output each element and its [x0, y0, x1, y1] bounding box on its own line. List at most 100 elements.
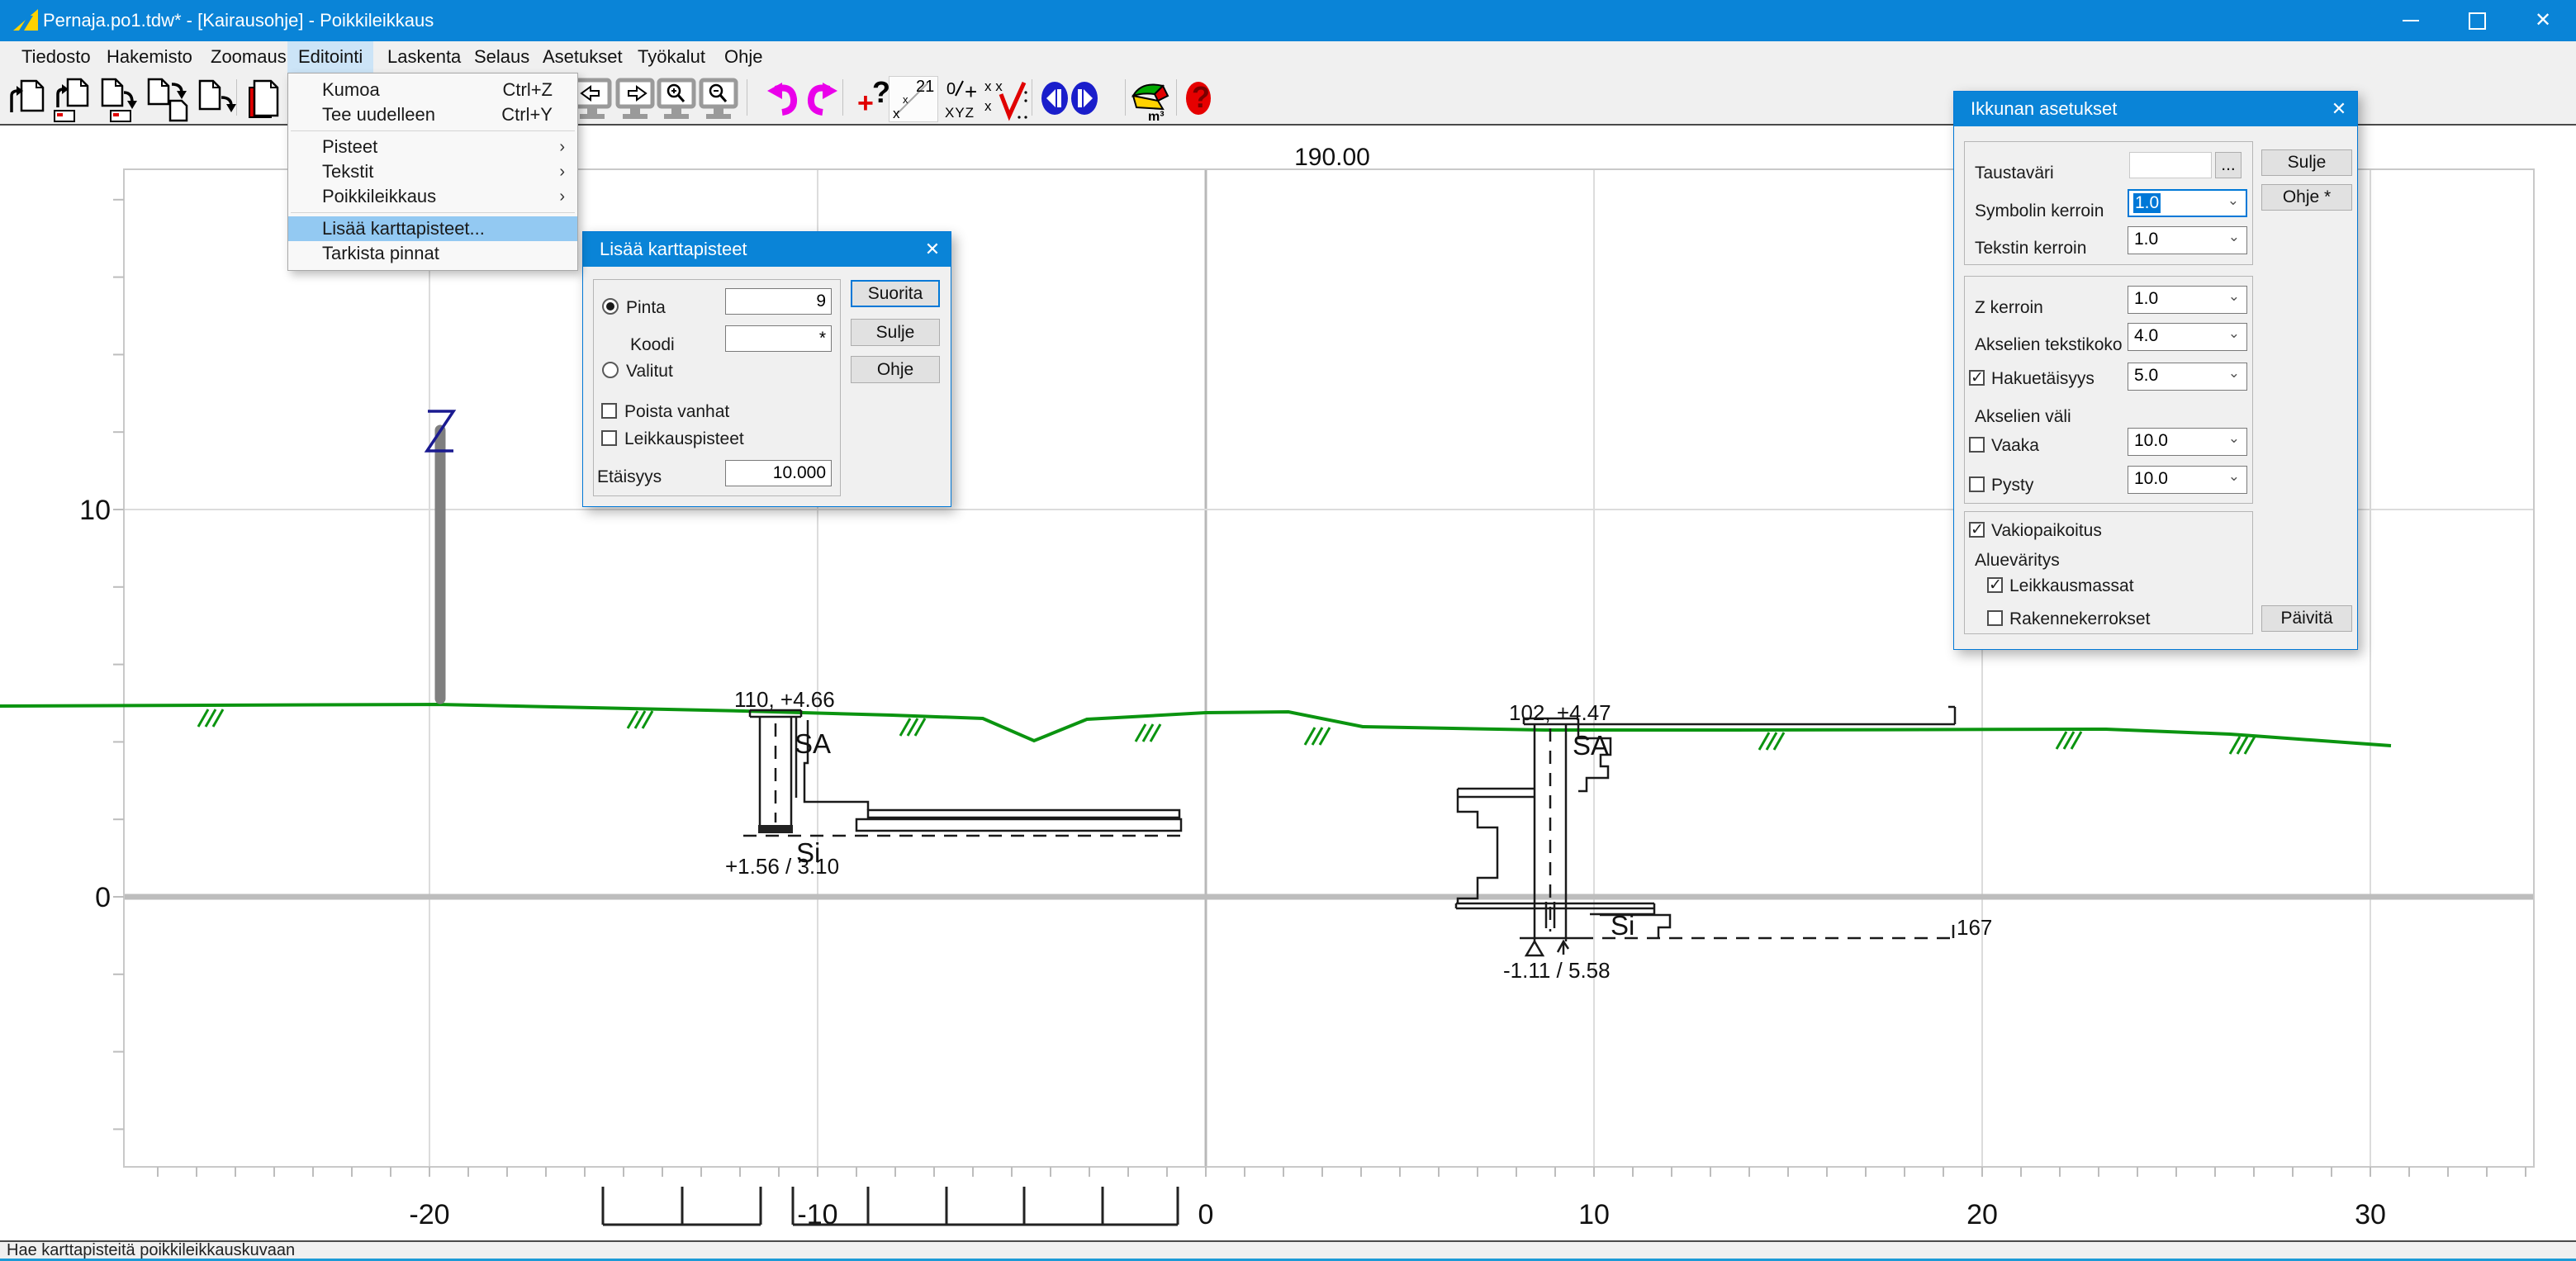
open-file-button[interactable] [7, 78, 48, 122]
undo-icon [764, 78, 802, 122]
menu-item-lis-karttapisteet[interactable]: Lisää karttapisteet... [288, 216, 577, 241]
menu-laskenta[interactable]: Laskenta [377, 41, 472, 73]
zoom-in-button[interactable] [657, 78, 698, 122]
poista-vanhat-label: Poista vanhat [624, 402, 729, 422]
volume-m3-icon: m³ [1130, 78, 1171, 122]
background-color-swatch[interactable] [2129, 152, 2212, 178]
akselien-tekstikoko-combo[interactable]: 4.0⌄ [2128, 323, 2247, 351]
vaaka-checkbox[interactable] [1969, 437, 1985, 453]
menu-asetukset[interactable]: Asetukset [532, 41, 633, 73]
leikkausmassat-label: Leikkausmassat [2009, 576, 2134, 596]
copy-drawing-button[interactable] [244, 78, 286, 122]
leikkauspisteet-checkbox[interactable] [601, 430, 617, 446]
pinta-input[interactable]: 9 [725, 288, 832, 315]
menu-zoomaus[interactable]: Zoomaus [200, 41, 297, 73]
svg-text:102, +4.47: 102, +4.47 [1509, 700, 1611, 725]
save-window-to-file-button[interactable] [99, 78, 140, 122]
redo-button[interactable] [803, 78, 844, 122]
ohje-button[interactable]: Ohje [851, 356, 940, 383]
dialog-title[interactable]: Ikkunan asetukset [1954, 92, 2357, 126]
point-tolerance-toggle[interactable]: x x 21 [889, 76, 938, 122]
save-as-button[interactable] [197, 78, 238, 122]
title-bar[interactable]: Pernaja.po1.tdw* - [Kairausohje] - Poikk… [0, 0, 2576, 41]
redo-icon [803, 78, 841, 122]
zoom-out-button[interactable] [699, 78, 740, 122]
leikkausmassat-checkbox[interactable] [1987, 577, 2003, 593]
koodi-input[interactable]: * [725, 325, 832, 352]
add-map-points-dialog: Lisää karttapisteet ✕ Pinta 9 Koodi * Va… [582, 231, 951, 507]
akselien-vali-label: Akselien väli [1975, 407, 2071, 427]
menu-item-tee-uudelleen[interactable]: Tee uudelleenCtrl+Y [288, 102, 577, 127]
menu-tiedosto[interactable]: Tiedosto [11, 41, 102, 73]
menu-item-tarkista-pinnat[interactable]: Tarkista pinnat [288, 241, 577, 266]
menu-ohje[interactable]: Ohje [714, 41, 773, 73]
menu-separator [291, 212, 575, 213]
paivita-button[interactable]: Päivitä [2261, 605, 2352, 632]
dialog-title[interactable]: Lisää karttapisteet [583, 232, 951, 267]
akselien-tekstikoko-label: Akselien tekstikoko [1975, 335, 2123, 355]
sulje-button[interactable]: Sulje [851, 319, 940, 346]
svg-text:?: ? [872, 78, 890, 109]
dialog-close-icon[interactable]: ✕ [914, 232, 951, 267]
xyz-icon: 0 + XYZ [943, 78, 984, 122]
svg-text:10: 10 [79, 495, 111, 526]
ohje-button[interactable]: Ohje * [2261, 184, 2352, 211]
sulje-button[interactable]: Sulje [2261, 149, 2352, 176]
open-file-icon [7, 78, 48, 122]
next-section-button[interactable] [1066, 78, 1108, 122]
menu-item-kumoa[interactable]: KumoaCtrl+Z [288, 78, 577, 102]
dialog-close-icon[interactable]: ✕ [2321, 92, 2357, 126]
taustavari-label: Taustaväri [1975, 164, 2054, 183]
menu-bar: TiedostoHakemistoZoomausEditointiLaskent… [0, 41, 2576, 73]
xyz-coordinates-button[interactable]: 0 + XYZ [943, 78, 984, 122]
check-points-icon: x x x [983, 78, 1031, 122]
menu-hakemisto[interactable]: Hakemisto [96, 41, 203, 73]
pysty-checkbox[interactable] [1969, 476, 1985, 492]
close-button[interactable]: ✕ [2510, 0, 2576, 41]
hakuetaisyys-combo[interactable]: 5.0⌄ [2128, 363, 2247, 391]
rakennekerrokset-checkbox[interactable] [1987, 610, 2003, 626]
valitut-radio[interactable] [602, 362, 619, 378]
maximize-button[interactable] [2444, 0, 2510, 41]
menu-työkalut[interactable]: Työkalut [627, 41, 716, 73]
vakiopaikoitus-checkbox[interactable] [1969, 522, 1985, 538]
check-points-button[interactable]: x x x [983, 78, 1024, 122]
undo-button[interactable] [764, 78, 805, 122]
etaisyys-label: Etäisyys [597, 467, 662, 487]
help-icon: ? [1181, 78, 1219, 122]
open-file-to-window-button[interactable] [51, 78, 93, 122]
menu-item-pisteet[interactable]: Pisteet› [288, 135, 577, 159]
volumes-button[interactable]: m³ [1130, 78, 1171, 122]
tekstin-kerroin-combo[interactable]: 1.0⌄ [2128, 226, 2247, 254]
view-previous-button[interactable] [572, 78, 614, 122]
pysty-combo[interactable]: 10.0⌄ [2128, 466, 2247, 494]
submenu-arrow-icon: › [559, 135, 565, 159]
svg-text:m³: m³ [1148, 110, 1165, 122]
svg-text:Si: Si [1611, 910, 1634, 941]
open-file-to-window-icon [51, 78, 93, 122]
menu-editointi[interactable]: Editointi [287, 41, 373, 73]
editointi-menu-dropdown: KumoaCtrl+ZTee uudelleenCtrl+Y Pisteet›Te… [287, 73, 578, 271]
menu-item-poikkileikkaus[interactable]: Poikkileikkaus› [288, 184, 577, 209]
vaaka-combo[interactable]: 10.0⌄ [2128, 428, 2247, 456]
svg-text:0: 0 [946, 80, 956, 98]
view-next-button[interactable] [615, 78, 657, 122]
copy-file-button[interactable] [147, 78, 188, 122]
symbolin-kerroin-combo[interactable]: 1.0⌄ [2128, 189, 2247, 217]
etaisyys-input[interactable]: 10.000 [725, 460, 832, 486]
leikkauspisteet-label: Leikkauspisteet [624, 429, 744, 449]
minimize-button[interactable] [2378, 0, 2444, 41]
z-kerroin-combo[interactable]: 1.0⌄ [2128, 286, 2247, 314]
hakuetaisyys-checkbox[interactable] [1969, 370, 1985, 386]
svg-text:x: x [984, 98, 992, 114]
pinta-radio[interactable] [602, 298, 619, 315]
suorita-button[interactable]: Suorita [851, 280, 940, 307]
color-picker-button[interactable]: ... [2215, 152, 2242, 178]
svg-text:SA: SA [1573, 730, 1609, 761]
menu-selaus[interactable]: Selaus [463, 41, 540, 73]
status-bar: Hae karttapisteitä poikkileikkauskuvaan [0, 1240, 2576, 1259]
toolbar-separator [236, 79, 237, 116]
help-button[interactable]: ? [1181, 78, 1222, 122]
poista-vanhat-checkbox[interactable] [601, 403, 617, 419]
menu-item-tekstit[interactable]: Tekstit› [288, 159, 577, 184]
